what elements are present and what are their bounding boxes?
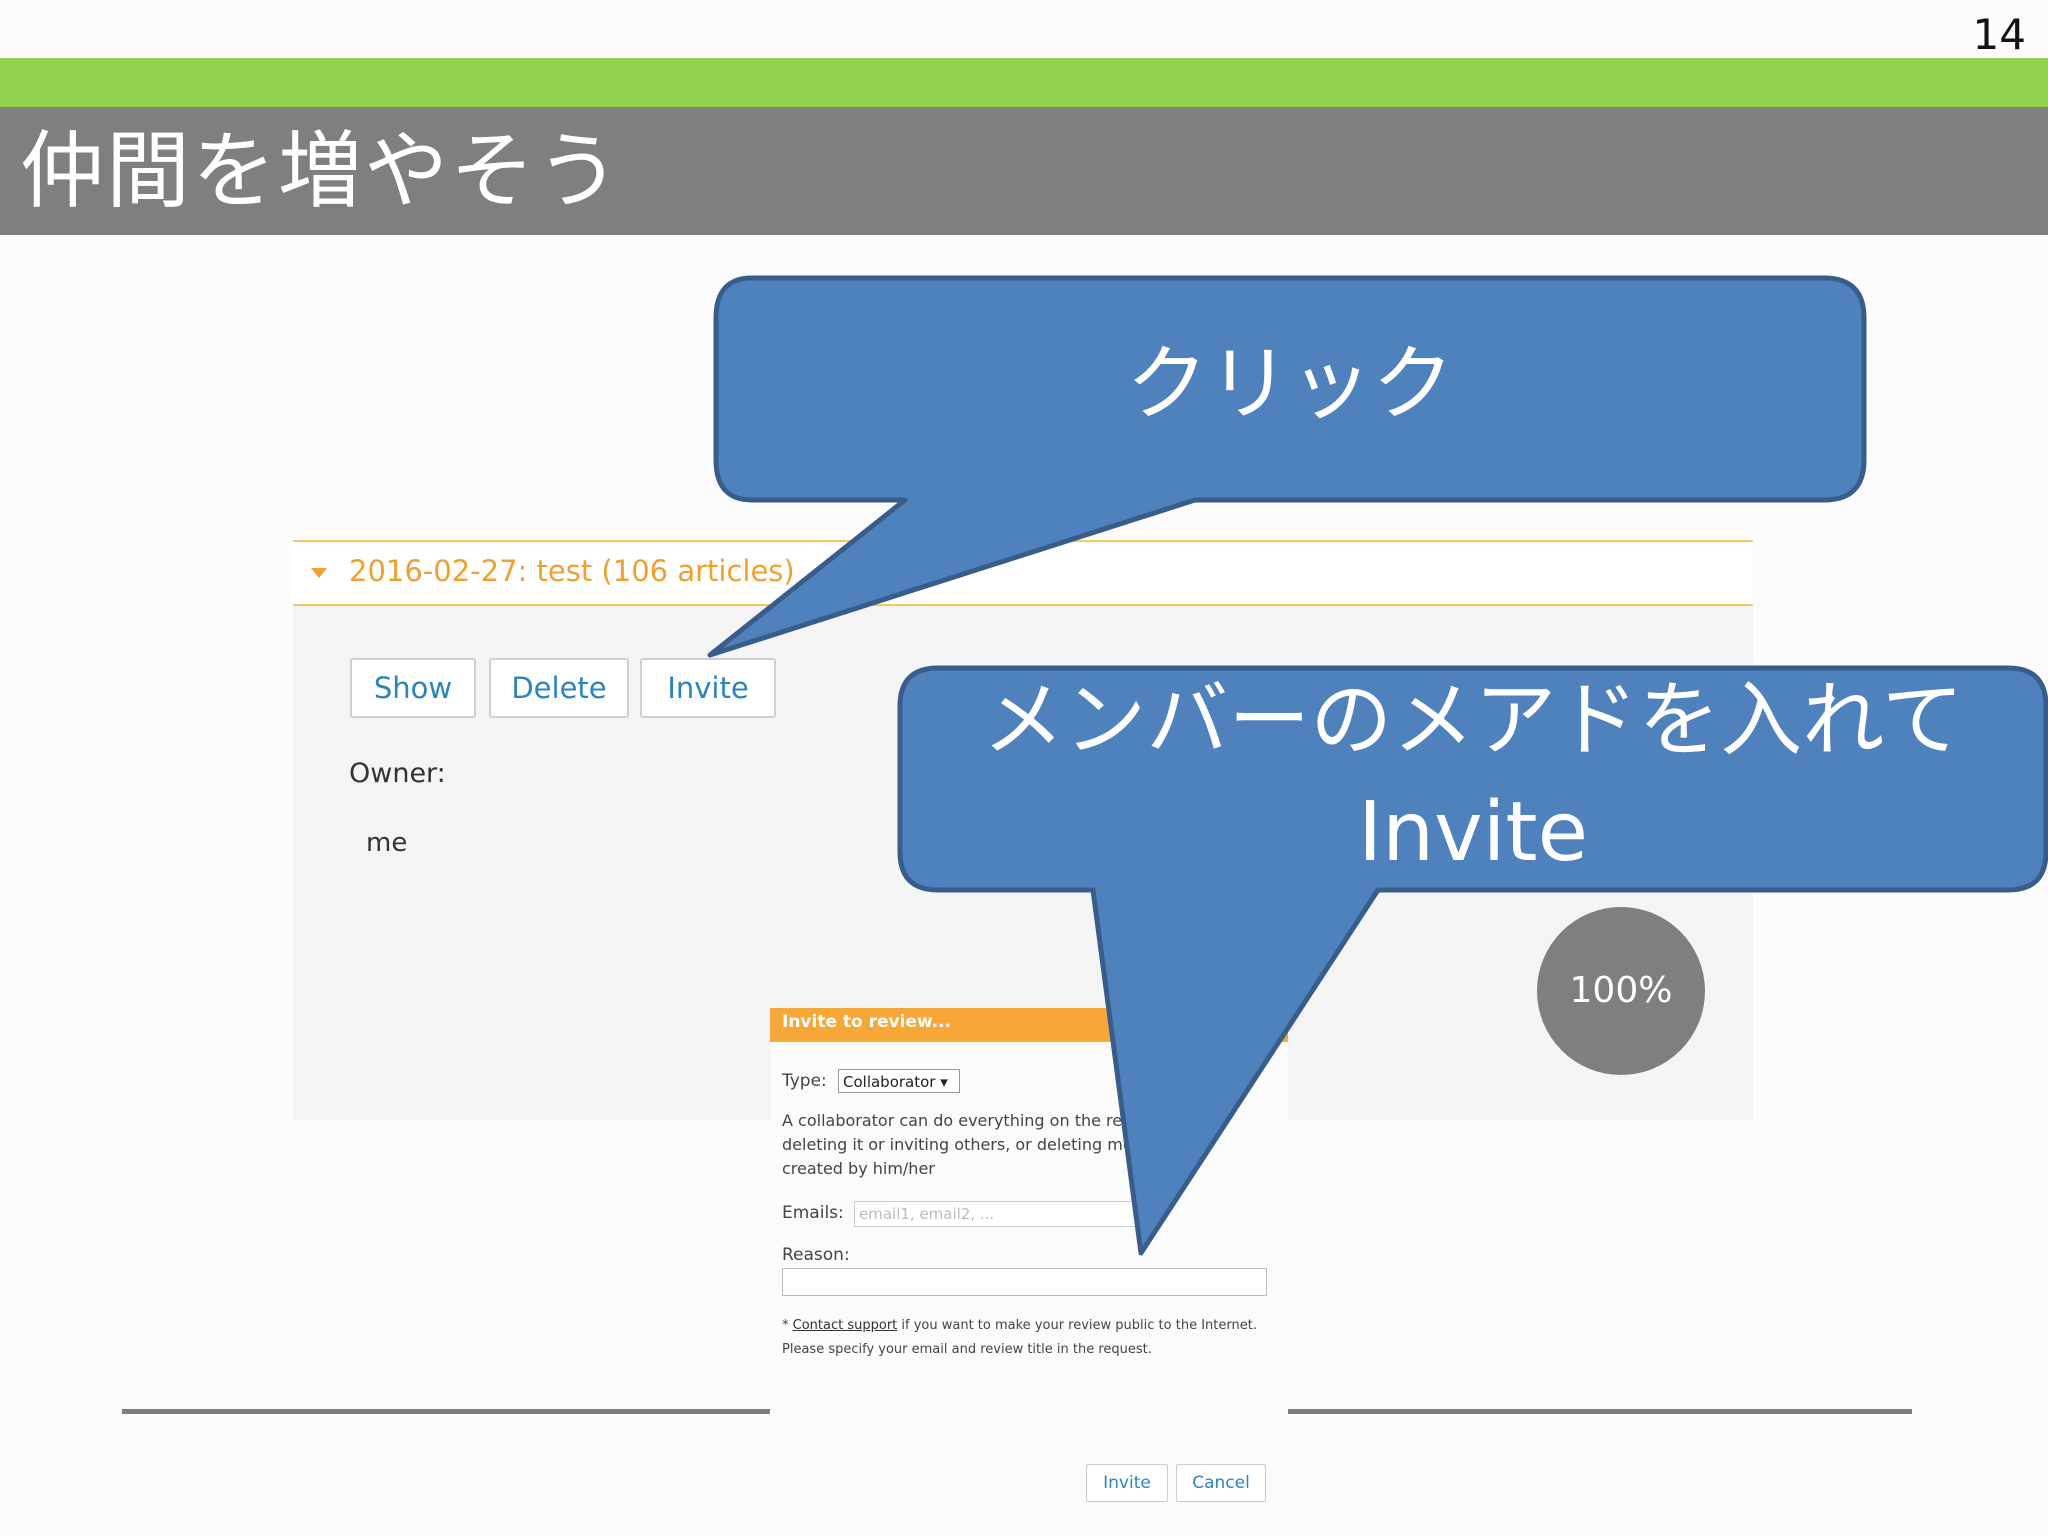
page-number: 14: [1972, 10, 2026, 59]
dialog-invite-button[interactable]: Invite: [1086, 1464, 1168, 1502]
title-band: 仲間を増やそう: [0, 107, 2048, 235]
invite-callout-line1: メンバーのメアドを入れて: [982, 673, 1964, 768]
show-button[interactable]: Show: [350, 658, 476, 718]
invite-dialog: Invite to review... Type: Collaborator ▾…: [770, 1008, 1288, 1512]
zoom-badge[interactable]: 100%: [1537, 907, 1705, 1075]
invite-button[interactable]: Invite: [640, 658, 776, 718]
owner-value: me: [366, 828, 408, 858]
note-prefix: *: [782, 1318, 793, 1333]
dialog-title: Invite to review...: [782, 1012, 951, 1032]
slide-title: 仲間を増やそう: [20, 122, 623, 220]
invite-callout-line2: Invite: [1357, 785, 1589, 880]
reason-label: Reason:: [782, 1245, 850, 1265]
emails-label: Emails:: [782, 1203, 844, 1223]
dialog-header: Invite to review...: [770, 1008, 1288, 1042]
click-callout-text: クリック: [1125, 337, 1454, 432]
review-header[interactable]: 2016-02-27: test (106 articles): [293, 540, 1753, 606]
type-description: A collaborator can do everything on the …: [782, 1111, 1218, 1178]
support-note: * Contact support if you want to make yo…: [782, 1314, 1282, 1362]
contact-support-link[interactable]: Contact support: [793, 1318, 898, 1333]
collapse-arrow-icon[interactable]: [311, 568, 327, 578]
dialog-cancel-button[interactable]: Cancel: [1176, 1464, 1266, 1502]
accent-band: [0, 58, 2048, 107]
review-title[interactable]: 2016-02-27: test (106 articles): [349, 554, 795, 588]
reason-input[interactable]: [782, 1268, 1267, 1296]
delete-button[interactable]: Delete: [489, 658, 629, 718]
owner-label: Owner:: [349, 758, 446, 789]
type-label: Type:: [782, 1071, 827, 1091]
type-select[interactable]: Collaborator ▾: [838, 1069, 960, 1093]
emails-input[interactable]: email1, email2, ...: [854, 1201, 1154, 1227]
